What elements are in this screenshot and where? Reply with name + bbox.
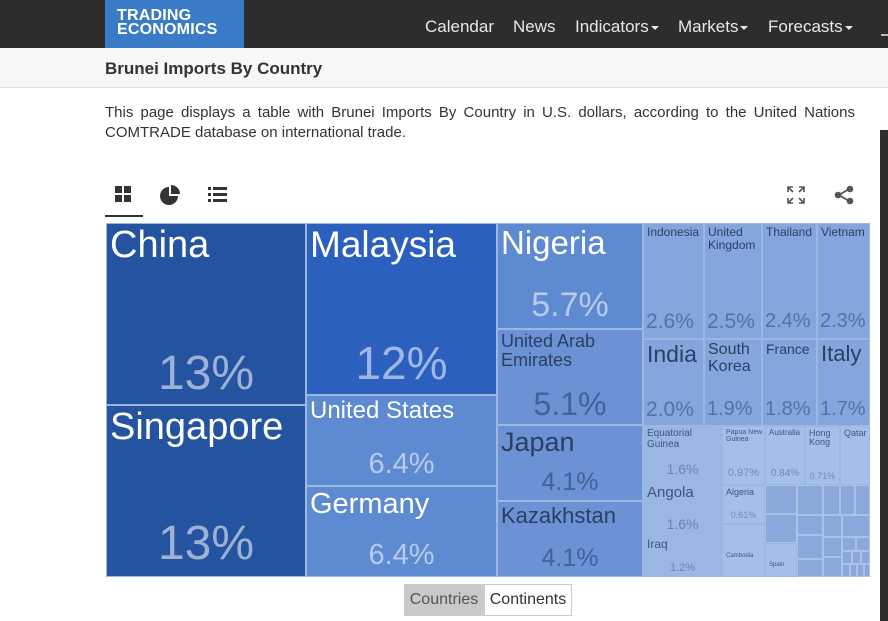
page-description: This page displays a table with Brunei I… bbox=[105, 104, 855, 141]
page-title: Brunei Imports By Country bbox=[105, 59, 323, 78]
treemap-cell-united-states[interactable]: United States 6.4% bbox=[306, 395, 497, 486]
fullscreen-button[interactable] bbox=[785, 184, 807, 206]
treemap-cell-small[interactable] bbox=[823, 515, 842, 537]
treemap-cell-small[interactable] bbox=[856, 537, 870, 551]
treemap-cell-thailand[interactable]: Thailand 2.4% bbox=[762, 223, 817, 339]
treemap-cell-small[interactable] bbox=[842, 564, 850, 577]
treemap-cell-small[interactable] bbox=[857, 564, 864, 577]
treemap-cell-small[interactable] bbox=[797, 485, 823, 515]
treemap-cell-malaysia[interactable]: Malaysia 12% bbox=[306, 223, 497, 395]
treemap-cell-angola[interactable]: Angola 1.6% bbox=[643, 482, 722, 535]
chevron-down-icon bbox=[650, 25, 659, 30]
treemap-cell-small[interactable] bbox=[842, 537, 856, 551]
treemap-cell-small[interactable] bbox=[842, 515, 870, 537]
treemap-cell-south-korea[interactable]: South Korea 1.9% bbox=[704, 339, 762, 426]
treemap-cell-india[interactable]: India 2.0% bbox=[643, 339, 704, 426]
treemap-cell-qatar[interactable]: Qatar bbox=[840, 426, 870, 485]
treemap-cell-france[interactable]: France 1.8% bbox=[762, 339, 817, 426]
treemap-cell-australia[interactable]: Australia 0.84% bbox=[765, 426, 805, 485]
treemap-cell-china[interactable]: China 13% bbox=[106, 223, 306, 405]
nav-forecasts[interactable]: Forecasts bbox=[768, 17, 853, 37]
treemap-cell-small[interactable] bbox=[823, 557, 842, 577]
treemap-cell-singapore[interactable]: Singapore 13% bbox=[106, 405, 306, 577]
treemap-cell-nigeria[interactable]: Nigeria 5.7% bbox=[497, 223, 643, 329]
treemap-cell-united-kingdom[interactable]: United Kingdom 2.5% bbox=[704, 223, 762, 339]
treemap-cell-germany[interactable]: Germany 6.4% bbox=[306, 486, 497, 577]
chevron-down-icon bbox=[740, 25, 749, 30]
active-view-indicator bbox=[105, 215, 143, 217]
treemap-cell-italy[interactable]: Italy 1.7% bbox=[817, 339, 870, 426]
treemap-cell-small[interactable] bbox=[823, 537, 842, 557]
treemap-cell-kazakhstan[interactable]: Kazakhstan 4.1% bbox=[497, 501, 643, 577]
treemap-cell-iraq[interactable]: Iraq 1.2% bbox=[643, 535, 722, 577]
treemap-cell-small[interactable] bbox=[797, 515, 823, 535]
title-bar: Brunei Imports By Country bbox=[0, 48, 888, 88]
nav-news[interactable]: News bbox=[513, 17, 556, 37]
treemap-cell-small[interactable] bbox=[765, 514, 797, 543]
treemap-cell-small[interactable] bbox=[855, 485, 870, 515]
nav-indicators[interactable]: Indicators bbox=[575, 17, 659, 37]
treemap-cell-indonesia[interactable]: Indonesia 2.6% bbox=[643, 223, 704, 339]
treemap-cell-small[interactable] bbox=[797, 535, 823, 559]
pie-view-button[interactable] bbox=[157, 182, 185, 208]
nav-calendar[interactable]: Calendar bbox=[425, 17, 494, 37]
fullscreen-icon bbox=[787, 186, 805, 204]
treemap-cell-small[interactable] bbox=[864, 564, 870, 577]
scrollbar[interactable] bbox=[880, 130, 888, 621]
treemap-cell-small[interactable] bbox=[797, 559, 823, 577]
treemap-cell-small[interactable] bbox=[861, 551, 870, 564]
treemap-cell-equatorial-guinea[interactable]: Equatorial Guinea 1.6% bbox=[643, 426, 722, 482]
nav-markets[interactable]: Markets bbox=[678, 17, 749, 37]
treemap-cell-small[interactable] bbox=[823, 485, 840, 515]
treemap-cell-papua-new-guinea[interactable]: Papua New Guinea 0.97% bbox=[722, 426, 765, 485]
treemap-cell-spain[interactable]: Spain bbox=[765, 543, 797, 577]
treemap-cell-small[interactable] bbox=[850, 564, 857, 577]
list-view-button[interactable] bbox=[204, 182, 232, 208]
pie-chart-icon bbox=[160, 185, 180, 205]
treemap-cell-cambodia[interactable]: Cambodia bbox=[722, 524, 765, 577]
imports-treemap: China 13% Singapore 13% Malaysia 12% Uni… bbox=[106, 223, 870, 577]
countries-toggle[interactable]: Countries bbox=[404, 584, 484, 616]
top-navbar: TRADING ECONOMICS Calendar News Indicato… bbox=[0, 0, 888, 48]
nav-edge-marker bbox=[881, 34, 888, 36]
treemap-cell-vietnam[interactable]: Vietnam 2.3% bbox=[817, 223, 870, 339]
treemap-view-button[interactable] bbox=[111, 182, 139, 208]
chevron-down-icon bbox=[844, 25, 853, 30]
treemap-cell-hong-kong[interactable]: Hong Kong 0.71% bbox=[805, 426, 840, 485]
share-button[interactable] bbox=[833, 184, 855, 206]
share-icon bbox=[834, 185, 854, 205]
logo-line-2: ECONOMICS bbox=[117, 21, 218, 38]
trading-economics-logo[interactable]: TRADING ECONOMICS bbox=[105, 0, 244, 48]
treemap-cell-small[interactable] bbox=[852, 551, 861, 564]
treemap-cell-small[interactable] bbox=[765, 485, 797, 514]
treemap-cell-united-arab-emirates[interactable]: United Arab Emirates 5.1% bbox=[497, 329, 643, 425]
treemap-cell-small[interactable] bbox=[842, 551, 852, 564]
treemap-cell-small[interactable] bbox=[840, 485, 855, 515]
treemap-cell-algeria[interactable]: Algeria 0.61% bbox=[722, 485, 765, 524]
treemap-cell-japan[interactable]: Japan 4.1% bbox=[497, 425, 643, 501]
list-icon bbox=[208, 187, 227, 202]
continents-toggle[interactable]: Continents bbox=[484, 584, 572, 616]
treemap-icon bbox=[115, 186, 131, 202]
